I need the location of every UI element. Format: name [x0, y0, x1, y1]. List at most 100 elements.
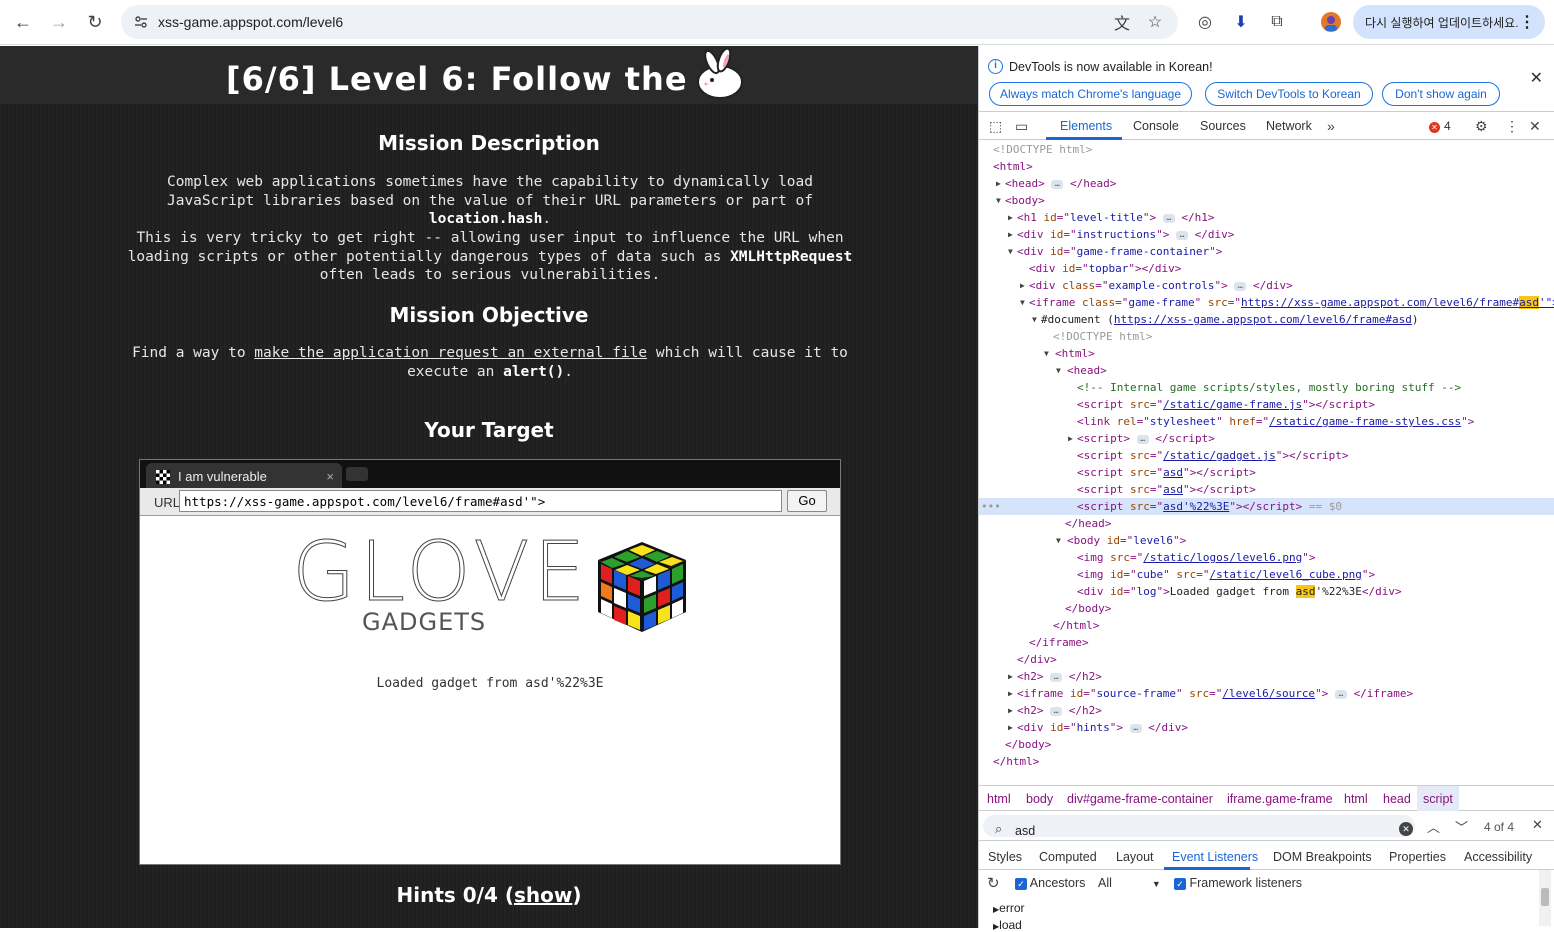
more-tabs-icon[interactable]: »	[1327, 118, 1335, 134]
forward-icon[interactable]: →	[46, 9, 72, 35]
tree-row[interactable]: ▼ <head>	[979, 362, 1554, 379]
tree-row[interactable]: ▶ <h1 id="level-title"> … </h1>	[979, 209, 1554, 226]
device-toggle-icon[interactable]: ▭	[1015, 118, 1028, 135]
tree-row[interactable]: <div id="log">Loaded gadget from asd'%22…	[979, 583, 1554, 600]
update-button[interactable]: 다시 실행하여 업데이트하세요. ⋮	[1353, 5, 1545, 39]
tree-row[interactable]: ▶ <h2> … </h2>	[979, 668, 1554, 685]
refresh-icon[interactable]: ↻	[987, 874, 1000, 892]
back-icon[interactable]: ←	[10, 9, 36, 35]
next-match-icon[interactable]: ﹀	[1455, 817, 1468, 836]
breadcrumb-item[interactable]: html	[987, 792, 1011, 806]
inspect-element-icon[interactable]: ⬚	[989, 118, 1002, 135]
ancestors-select[interactable]: All ▼	[1098, 876, 1161, 890]
event-listener-item[interactable]: ▶load	[993, 918, 1022, 932]
pane-scrollbar[interactable]	[1539, 870, 1551, 926]
tree-row[interactable]: <img src="/static/logos/level6.png">	[979, 549, 1554, 566]
ancestors-checkbox[interactable]: ✓ Ancestors	[1015, 876, 1085, 890]
tree-row-selected[interactable]: ••• <script src="asd'%22%3E"></script> ==…	[979, 498, 1554, 515]
new-tab-button[interactable]	[346, 467, 368, 481]
search-input[interactable]: ⌕ asd ✕	[983, 815, 1415, 838]
tree-row[interactable]: <!-- Internal game scripts/styles, mostl…	[979, 379, 1554, 396]
settings-gear-icon[interactable]: ⚙	[1475, 118, 1488, 135]
show-hints-link[interactable]: show	[514, 883, 572, 907]
scrollbar-thumb[interactable]	[1541, 888, 1549, 906]
tree-row[interactable]: <div id="topbar"></div>	[979, 260, 1554, 277]
tab-console[interactable]: Console	[1133, 119, 1179, 133]
tree-row[interactable]: <script src="asd"></script>	[979, 464, 1554, 481]
tree-row[interactable]: ▶ <script> … </script>	[979, 430, 1554, 447]
tab-network[interactable]: Network	[1266, 119, 1312, 133]
tree-row[interactable]: ▼ <div id="game-frame-container">	[979, 243, 1554, 260]
close-tab-icon[interactable]: ×	[326, 469, 334, 484]
breadcrumb-item[interactable]: head	[1383, 792, 1411, 806]
tree-row[interactable]: <!DOCTYPE html>	[979, 141, 1554, 158]
extension-circle-icon[interactable]: ◎	[1194, 11, 1216, 33]
tree-row[interactable]: <!DOCTYPE html>	[979, 328, 1554, 345]
tree-row[interactable]: </html>	[979, 617, 1554, 634]
breadcrumb-item[interactable]: div#game-frame-container	[1067, 792, 1213, 806]
always-match-language-button[interactable]: Always match Chrome's language	[989, 82, 1192, 106]
download-icon[interactable]: ⬇	[1230, 11, 1252, 33]
dont-show-again-button[interactable]: Don't show again	[1382, 82, 1500, 106]
tree-row[interactable]: <script src="/static/game-frame.js"></sc…	[979, 396, 1554, 413]
previous-match-icon[interactable]: ︿	[1427, 817, 1440, 836]
tree-row[interactable]: ▶ <div class="example-controls"> … </div>	[979, 277, 1554, 294]
frame-url-input[interactable]: https://xss-game.appspot.com/level6/fram…	[179, 490, 782, 512]
close-devtools-icon[interactable]: ✕	[1529, 118, 1541, 135]
breadcrumb-item[interactable]: body	[1026, 792, 1053, 806]
tree-row[interactable]: ▼ <body id="level6">	[979, 532, 1554, 549]
tab-accessibility[interactable]: Accessibility	[1464, 850, 1532, 864]
address-bar[interactable]: xss-game.appspot.com/level6 文 ☆	[121, 5, 1178, 39]
tree-row[interactable]: ▶ <iframe id="source-frame" src="/level6/…	[979, 685, 1554, 702]
toggle-link[interactable]: toggle	[522, 840, 594, 864]
tree-row[interactable]: </body>	[979, 736, 1554, 753]
clear-search-icon[interactable]: ✕	[1399, 822, 1413, 836]
tree-row[interactable]: ▶ <head> … </head>	[979, 175, 1554, 192]
tree-row[interactable]: <img id="cube" src="/static/level6_cube.…	[979, 566, 1554, 583]
devtools-menu-icon[interactable]: ⋮	[1505, 118, 1519, 135]
tree-row[interactable]: </body>	[979, 600, 1554, 617]
tab-sources[interactable]: Sources	[1200, 119, 1246, 133]
tree-row[interactable]: ▼ #document (https://xss-game.appspot.com…	[979, 311, 1554, 328]
external-file-link[interactable]: make the application request an external…	[254, 345, 647, 361]
bookmark-star-icon[interactable]: ☆	[1144, 11, 1166, 33]
tree-row[interactable]: <script src="asd"></script>	[979, 481, 1554, 498]
tree-row[interactable]: ▼ <iframe class="game-frame" src="https:/…	[979, 294, 1554, 311]
tree-row[interactable]: </iframe>	[979, 634, 1554, 651]
site-settings-icon[interactable]	[133, 14, 149, 30]
tree-row[interactable]: ▼ <html>	[979, 345, 1554, 362]
tab-styles[interactable]: Styles	[988, 850, 1022, 864]
switch-to-korean-button[interactable]: Switch DevTools to Korean	[1205, 82, 1373, 106]
reload-icon[interactable]: ↻	[82, 9, 108, 35]
tab-properties[interactable]: Properties	[1389, 850, 1446, 864]
close-search-icon[interactable]: ✕	[1532, 817, 1543, 833]
tab-elements[interactable]: Elements	[1060, 119, 1112, 133]
error-count-badge[interactable]: ✕ 4	[1429, 119, 1451, 133]
breadcrumb-item-active[interactable]: script	[1417, 786, 1459, 811]
translate-icon[interactable]: 文	[1111, 11, 1133, 33]
dom-tree[interactable]: <!DOCTYPE html> <html> ▶ <head> … </head>…	[979, 141, 1554, 785]
tree-row[interactable]: ▶ <div id="hints"> … </div>	[979, 719, 1554, 736]
frame-tab[interactable]: I am vulnerable ×	[146, 463, 342, 488]
tree-row[interactable]: <link rel="stylesheet" href="/static/gam…	[979, 413, 1554, 430]
tree-row[interactable]: ▶ <h2> … </h2>	[979, 702, 1554, 719]
tree-row[interactable]: </head>	[979, 515, 1554, 532]
tab-event-listeners[interactable]: Event Listeners	[1172, 850, 1258, 864]
tree-row[interactable]: <script src="/static/gadget.js"></script…	[979, 447, 1554, 464]
tree-row[interactable]: </html>	[979, 753, 1554, 770]
breadcrumb-item[interactable]: iframe.game-frame	[1227, 792, 1333, 806]
tree-row[interactable]: <html>	[979, 158, 1554, 175]
extensions-puzzle-icon[interactable]: ⧉	[1266, 11, 1288, 33]
profile-avatar-icon[interactable]	[1320, 11, 1342, 33]
tree-row[interactable]: </div>	[979, 651, 1554, 668]
framework-listeners-checkbox[interactable]: ✓ Framework listeners	[1174, 876, 1302, 890]
tree-row[interactable]: ▶ <div id="instructions"> … </div>	[979, 226, 1554, 243]
tab-layout[interactable]: Layout	[1116, 850, 1154, 864]
tab-computed[interactable]: Computed	[1039, 850, 1097, 864]
breadcrumb-item[interactable]: html	[1344, 792, 1368, 806]
go-button[interactable]: Go	[787, 490, 827, 512]
menu-kebab-icon[interactable]: ⋮	[1519, 12, 1535, 32]
tab-dom-breakpoints[interactable]: DOM Breakpoints	[1273, 850, 1372, 864]
tree-row[interactable]: ▼ <body>	[979, 192, 1554, 209]
close-icon[interactable]: ✕	[1530, 68, 1543, 88]
